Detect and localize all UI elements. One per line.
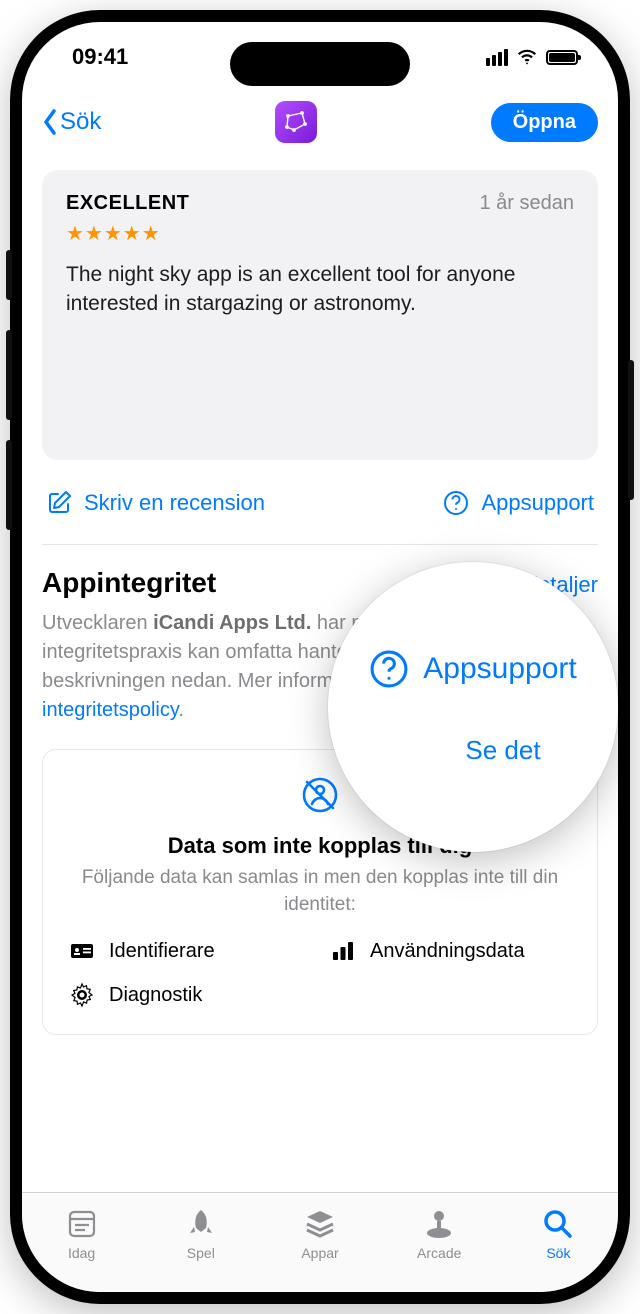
chevron-left-icon bbox=[42, 108, 58, 136]
search-icon bbox=[541, 1207, 575, 1241]
tab-search-label: Sök bbox=[546, 1245, 570, 1261]
write-review-label: Skriv en recension bbox=[84, 490, 265, 516]
back-button[interactable]: Sök bbox=[42, 108, 101, 136]
tab-arcade[interactable]: Arcade bbox=[380, 1193, 499, 1274]
volume-button bbox=[6, 250, 12, 300]
magnifier-app-support: Appsupport bbox=[369, 649, 576, 689]
data-item-diagnostics: Diagnostik bbox=[69, 982, 310, 1008]
bars-icon bbox=[330, 938, 356, 964]
magnifier-label: Appsupport bbox=[423, 652, 576, 686]
rocket-icon bbox=[184, 1207, 218, 1241]
tab-games[interactable]: Spel bbox=[141, 1193, 260, 1274]
compose-icon bbox=[46, 490, 72, 516]
status-time: 09:41 bbox=[72, 44, 128, 70]
privacy-title: Appintegritet bbox=[42, 567, 216, 599]
identifiers-label: Identifierare bbox=[109, 940, 215, 963]
write-review-button[interactable]: Skriv en recension bbox=[46, 490, 265, 516]
magnifier-detail-fragment: Se det bbox=[465, 735, 540, 766]
tab-arcade-label: Arcade bbox=[417, 1245, 461, 1261]
cellular-signal-icon bbox=[486, 49, 508, 66]
tab-search[interactable]: Sök bbox=[499, 1193, 618, 1274]
privacy-prefix: Utvecklaren bbox=[42, 612, 153, 634]
back-label: Sök bbox=[60, 108, 101, 136]
volume-up-button bbox=[6, 330, 12, 420]
developer-name: iCandi Apps Ltd. bbox=[153, 612, 311, 634]
screen: 09:41 Sök bbox=[22, 22, 618, 1292]
question-circle-icon bbox=[443, 490, 469, 516]
usage-label: Användningsdata bbox=[370, 940, 525, 963]
volume-down-button bbox=[6, 440, 12, 530]
data-item-identifiers: Identifierare bbox=[69, 938, 310, 964]
tab-apps[interactable]: Appar bbox=[260, 1193, 379, 1274]
nav-header: Sök Öppna bbox=[22, 92, 618, 152]
app-icon[interactable] bbox=[275, 101, 317, 143]
dynamic-island bbox=[230, 42, 410, 86]
tab-apps-label: Appar bbox=[301, 1245, 338, 1261]
device-frame: 09:41 Sök bbox=[10, 10, 630, 1304]
constellation-icon bbox=[282, 108, 310, 136]
app-support-button[interactable]: Appsupport bbox=[443, 490, 594, 516]
status-right bbox=[486, 46, 578, 68]
tab-games-label: Spel bbox=[187, 1245, 215, 1261]
star-rating-icon: ★★★★★ bbox=[66, 221, 574, 246]
tab-today[interactable]: Idag bbox=[22, 1193, 141, 1274]
review-date: 1 år sedan bbox=[479, 192, 574, 215]
gear-icon bbox=[69, 982, 95, 1008]
action-row: Skriv en recension Appsupport bbox=[42, 460, 598, 545]
id-card-icon bbox=[69, 938, 95, 964]
data-item-usage: Användningsdata bbox=[330, 938, 571, 964]
arcade-icon bbox=[422, 1207, 456, 1241]
open-button[interactable]: Öppna bbox=[491, 103, 598, 142]
diagnostics-label: Diagnostik bbox=[109, 984, 202, 1007]
no-link-icon bbox=[299, 774, 341, 816]
today-icon bbox=[65, 1207, 99, 1241]
review-card[interactable]: EXCELLENT 1 år sedan ★★★★★ The night sky… bbox=[42, 170, 598, 460]
battery-icon bbox=[546, 50, 578, 65]
privacy-suffix: . bbox=[178, 699, 184, 721]
review-body: The night sky app is an excellent tool f… bbox=[66, 260, 574, 319]
question-circle-icon bbox=[369, 649, 409, 689]
app-support-label: Appsupport bbox=[481, 490, 594, 516]
wifi-icon bbox=[516, 46, 538, 68]
layers-icon bbox=[303, 1207, 337, 1241]
power-button bbox=[628, 360, 634, 500]
tab-bar: Idag Spel Appar bbox=[22, 1192, 618, 1292]
data-type-grid: Identifierare Användningsdata bbox=[69, 938, 571, 1008]
data-card-subtitle: Följande data kan samlas in men den kopp… bbox=[69, 865, 571, 918]
tab-today-label: Idag bbox=[68, 1245, 95, 1261]
content: EXCELLENT 1 år sedan ★★★★★ The night sky… bbox=[22, 152, 618, 1035]
magnifier-callout: Appsupport Se det bbox=[328, 562, 618, 852]
review-title: EXCELLENT bbox=[66, 192, 189, 215]
